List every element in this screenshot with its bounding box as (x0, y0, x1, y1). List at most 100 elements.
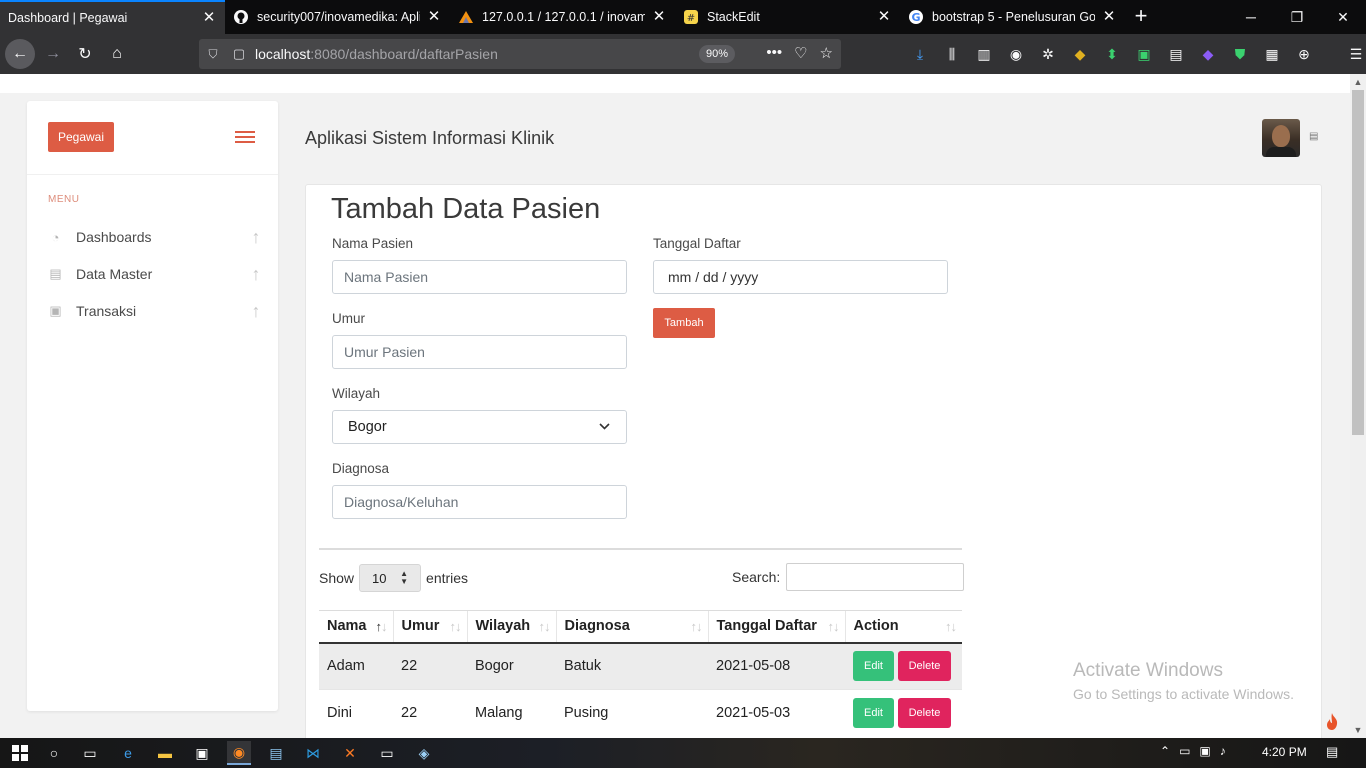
menu-icon[interactable]: ☰ (1346, 44, 1366, 64)
edit-button[interactable]: Edit (853, 698, 894, 729)
page-info-icon[interactable]: ▢ (227, 46, 251, 62)
chevron-up-icon[interactable]: ⌃ (1160, 744, 1170, 758)
brand-button[interactable]: Pegawai (48, 122, 114, 152)
extension-icon[interactable]: ▣ (1134, 44, 1154, 64)
new-tab-icon[interactable]: + (1130, 5, 1152, 27)
extension-icon[interactable]: ◆ (1070, 44, 1090, 64)
terminal-icon[interactable]: ▭ (375, 741, 399, 765)
column-header-umur[interactable]: Umur ↑↓ (392, 610, 467, 644)
column-header-tanggal[interactable]: Tanggal Daftar ↑↓ (707, 610, 845, 644)
table-row: Dini 22 Malang Pusing 2021-05-03 Edit Del… (319, 689, 962, 737)
edge-icon[interactable]: e (116, 741, 140, 765)
volume-icon[interactable]: ♪ (1220, 744, 1226, 758)
page-scrollbar[interactable]: ▲ ▼ (1350, 74, 1366, 738)
tab-phpmyadmin[interactable]: 127.0.0.1 / 127.0.0.1 / inovamed ✕ (450, 0, 675, 34)
wilayah-select[interactable]: Bogor (332, 410, 627, 444)
close-icon[interactable]: ✕ (201, 10, 217, 26)
diagnosa-input[interactable] (332, 485, 627, 519)
extension-icon[interactable]: ✲ (1038, 44, 1058, 64)
svg-text:#: # (687, 13, 695, 24)
watermark-line-2: Go to Settings to activate Windows. (1073, 686, 1294, 702)
extension-icon[interactable]: ◆ (1198, 44, 1218, 64)
windows-start-icon[interactable] (8, 741, 32, 765)
battery-icon[interactable]: ▭ (1179, 744, 1190, 758)
cell-wilayah: Bogor (467, 642, 556, 690)
bookmark-star-icon[interactable]: ☆ (820, 44, 833, 62)
url-host: localhost (255, 46, 311, 62)
library-icon[interactable]: ⫼ (942, 44, 962, 64)
restore-icon[interactable]: ❐ (1274, 0, 1320, 34)
shield-icon[interactable]: ⛉ (199, 47, 227, 62)
app-icon[interactable]: ◈ (412, 741, 436, 765)
download-icon[interactable]: ⤓ (910, 44, 930, 64)
tab-dashboard[interactable]: Dashboard | Pegawai ✕ (0, 0, 225, 34)
cell-tanggal: 2021-05-08 (708, 642, 845, 690)
home-icon[interactable]: ⌂ (102, 39, 132, 69)
url-bar[interactable]: ⛉ ▢ localhost:8080/dashboard/daftarPasie… (199, 39, 841, 69)
column-header-action[interactable]: Action ↑↓ (844, 610, 962, 644)
globe-icon[interactable]: ⊕ (1294, 44, 1314, 64)
url-text[interactable]: localhost:8080/dashboard/daftarPasien (255, 46, 498, 62)
column-header-diagnosa[interactable]: Diagnosa ↑↓ (555, 610, 708, 644)
user-menu-icon[interactable]: ▤ (1309, 131, 1321, 143)
task-view-icon[interactable]: ▭ (78, 741, 102, 765)
close-icon[interactable]: ✕ (1101, 9, 1117, 25)
xampp-icon[interactable]: ✕ (338, 741, 362, 765)
tab-google[interactable]: G bootstrap 5 - Penelusuran Goo ✕ (900, 0, 1125, 34)
avatar[interactable] (1262, 119, 1300, 157)
fire-icon[interactable] (1324, 712, 1342, 732)
back-icon[interactable]: ← (5, 39, 35, 69)
column-header-nama[interactable]: Nama ↑↓ (319, 610, 393, 644)
store-icon[interactable]: ▣ (190, 741, 214, 765)
arrow-up-icon: ↑ (251, 300, 261, 321)
tambah-button[interactable]: Tambah (653, 308, 715, 338)
cell-umur: 22 (393, 689, 467, 737)
reload-icon[interactable]: ↻ (70, 39, 100, 69)
entries-select[interactable]: 10 ▲ ▼ (359, 564, 422, 592)
sort-icon: ↑↓ (690, 619, 703, 634)
search-icon[interactable]: ○ (42, 741, 66, 765)
cell-umur: 22 (393, 642, 467, 690)
sidebar-item-dashboards[interactable]: ◔ Dashboards ↑ (48, 224, 263, 250)
tab-stackedit[interactable]: # StackEdit ✕ (675, 0, 900, 34)
pocket-icon[interactable]: ♡ (794, 44, 807, 62)
hamburger-icon[interactable] (235, 131, 255, 145)
shield-extension-icon[interactable]: ⛊ (1230, 44, 1250, 64)
nama-input[interactable] (332, 260, 627, 294)
tanggal-date-input[interactable]: mm / dd / yyyy (653, 260, 948, 294)
table-header-row: Nama ↑↓ Umur ↑↓ Wilayah ↑↓ Diagnosa ↑↓ Tangg… (319, 610, 962, 644)
close-icon[interactable]: ✕ (651, 9, 667, 25)
scroll-down-icon[interactable]: ▼ (1350, 722, 1366, 738)
edit-button[interactable]: Edit (853, 651, 894, 682)
sidebar-item-data-master[interactable]: ▤ Data Master ↑ (48, 261, 263, 287)
scrollbar-thumb[interactable] (1352, 90, 1364, 435)
minimize-icon[interactable]: ─ (1228, 0, 1274, 34)
umur-input[interactable] (332, 335, 627, 369)
network-icon[interactable]: ▣ (1199, 744, 1210, 758)
clock[interactable]: 4:20 PM (1262, 745, 1307, 759)
sidebar-item-transaksi[interactable]: ▣ Transaksi ↑ (48, 298, 263, 324)
close-icon[interactable]: ✕ (426, 9, 442, 25)
sidebar-icon[interactable]: ▥ (974, 44, 994, 64)
extension-icon[interactable]: ▦ (1262, 44, 1282, 64)
extension-icon[interactable]: ▤ (1166, 44, 1186, 64)
zoom-level[interactable]: 90% (699, 45, 736, 63)
extension-icon[interactable]: ⬍ (1102, 44, 1122, 64)
account-icon[interactable]: ◉ (1006, 44, 1026, 64)
web-page: Pegawai MENU ◔ Dashboards ↑ ▤ Data Maste… (0, 74, 1350, 738)
app-icon[interactable]: ▤ (264, 741, 288, 765)
scroll-up-icon[interactable]: ▲ (1350, 74, 1366, 90)
delete-button[interactable]: Delete (898, 698, 951, 729)
tab-github[interactable]: security007/inovamedika: Aplik ✕ (225, 0, 450, 34)
close-icon[interactable]: ✕ (876, 9, 892, 25)
notification-icon[interactable]: ▤ (1326, 744, 1338, 760)
more-icon[interactable]: ••• (766, 44, 782, 62)
search-input[interactable] (786, 563, 965, 591)
file-explorer-icon[interactable]: ▬ (153, 741, 177, 765)
vscode-icon[interactable]: ⋈ (301, 741, 325, 765)
delete-button[interactable]: Delete (898, 651, 951, 682)
column-header-wilayah[interactable]: Wilayah ↑↓ (466, 610, 556, 644)
window-close-icon[interactable]: ✕ (1320, 0, 1366, 34)
firefox-icon[interactable]: ◉ (227, 741, 251, 765)
forward-icon[interactable]: → (38, 39, 68, 69)
